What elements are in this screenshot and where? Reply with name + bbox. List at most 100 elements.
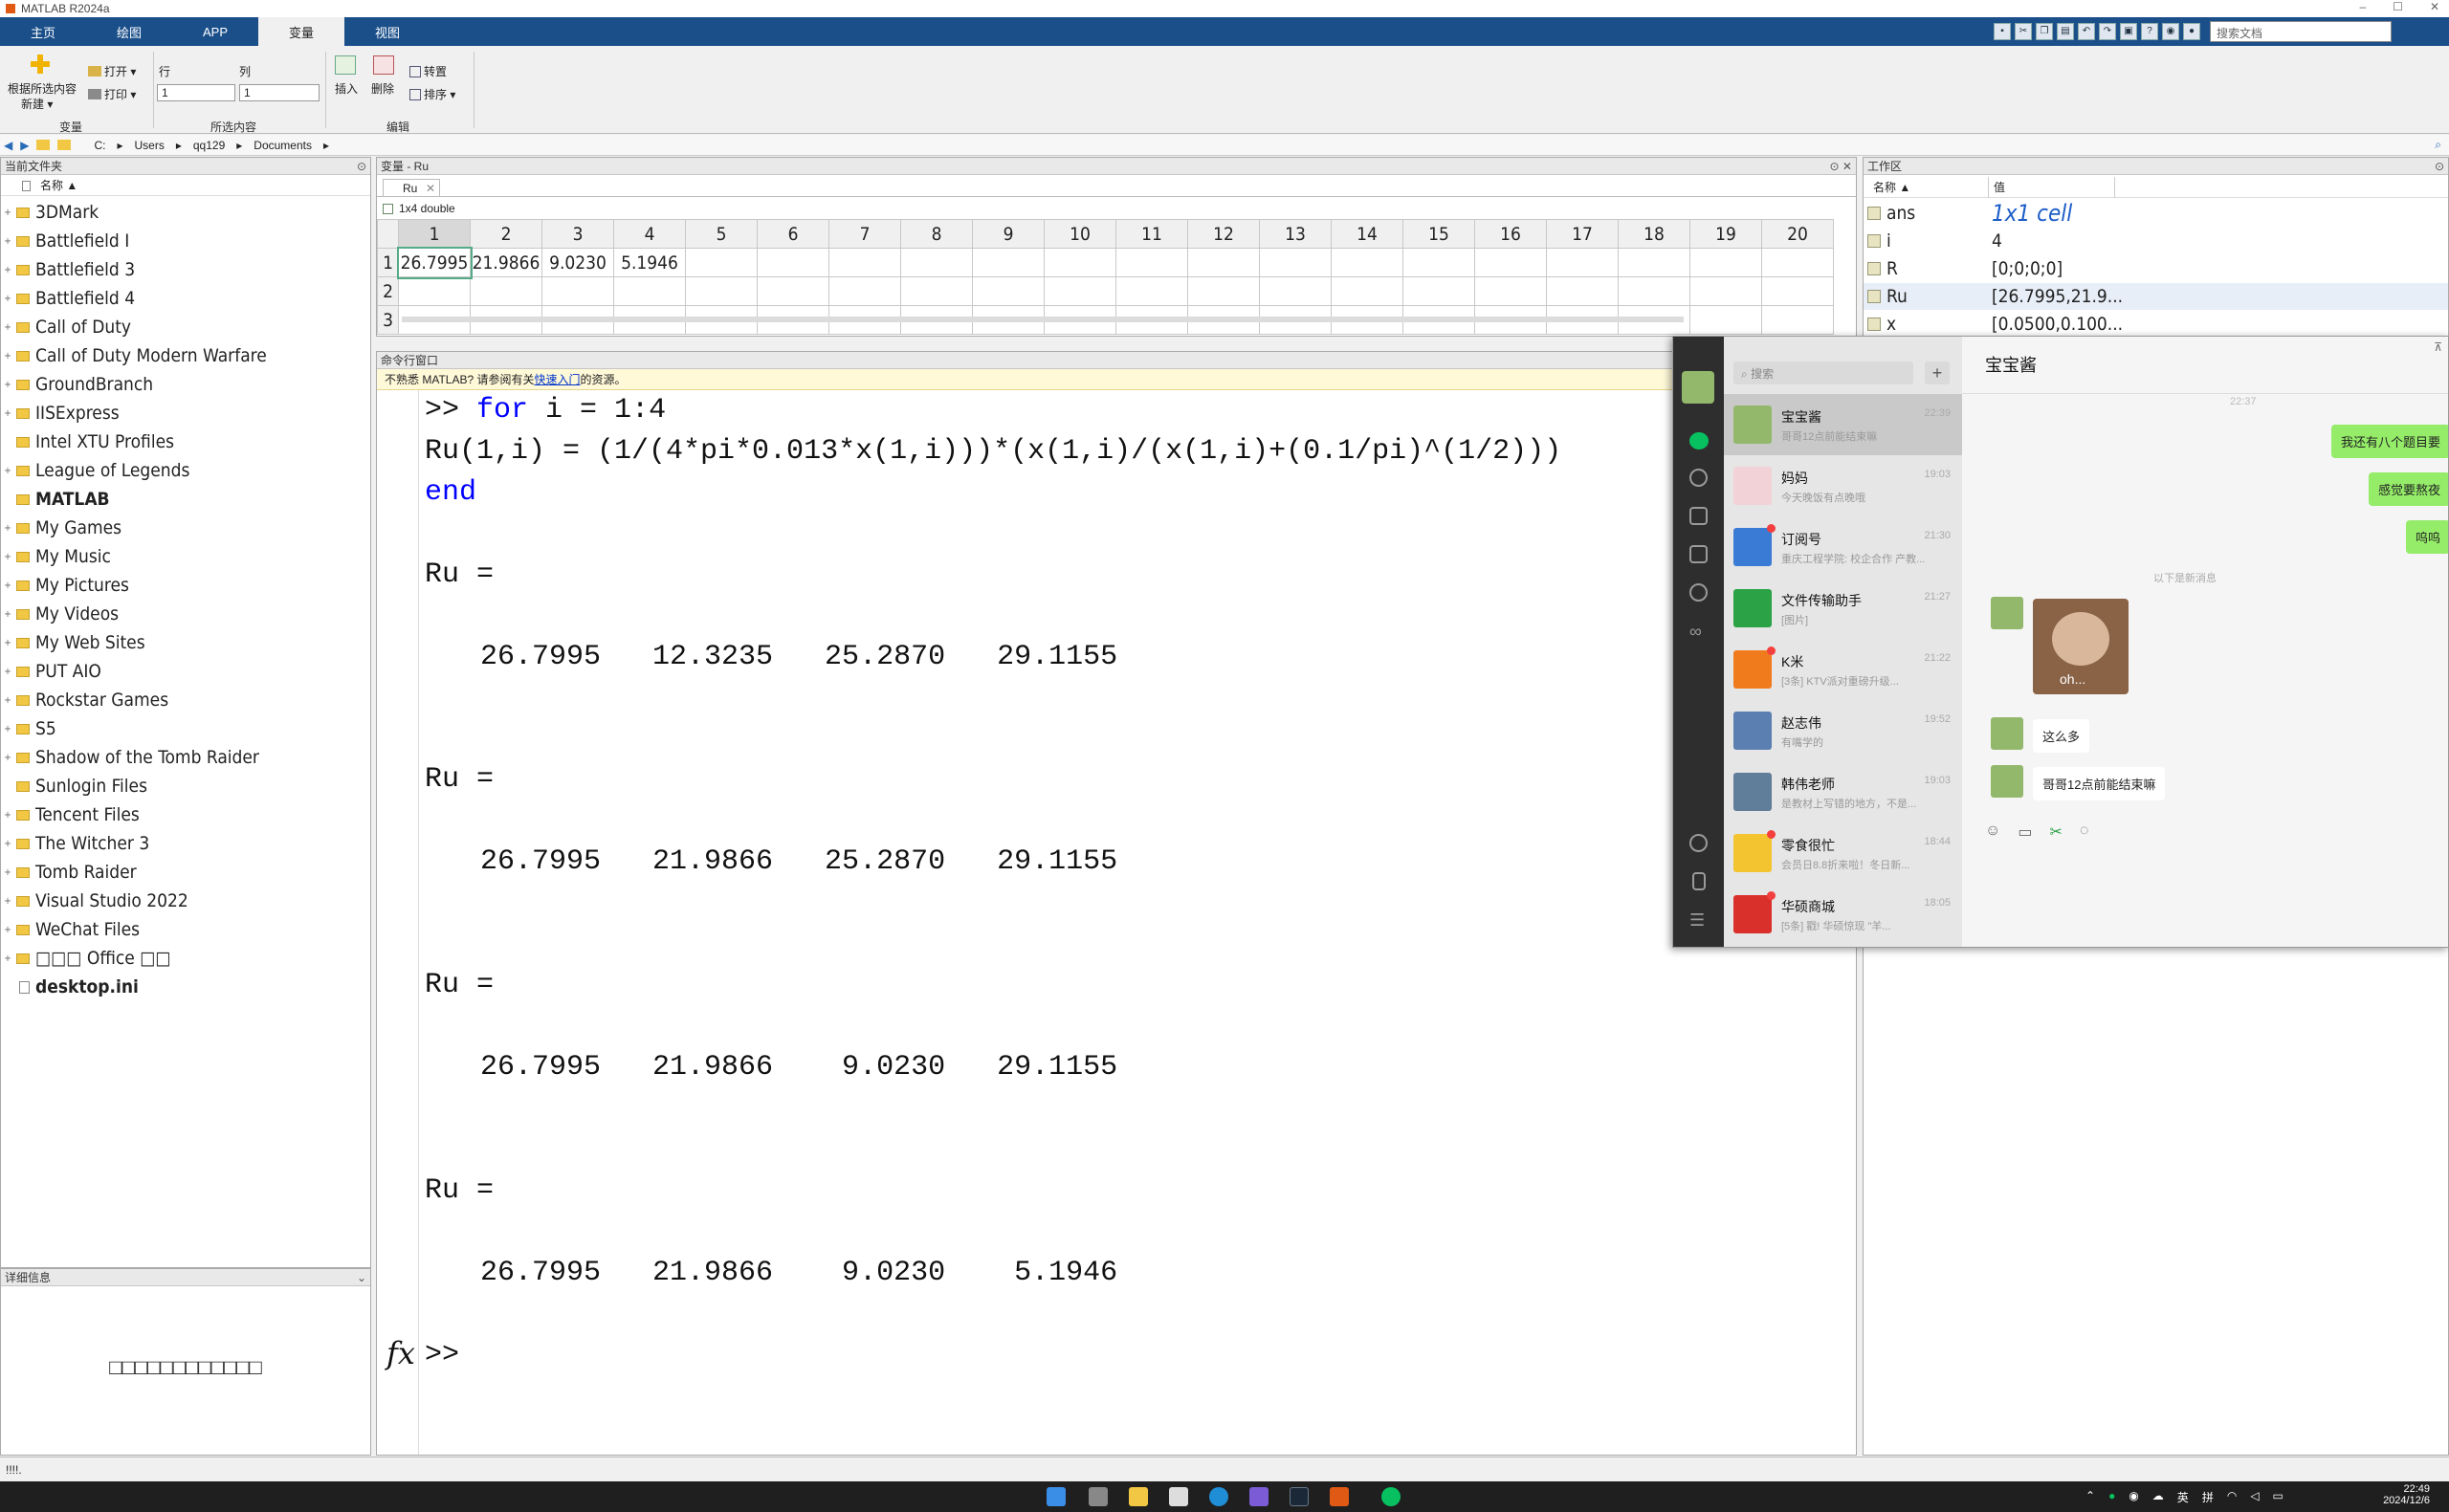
file-list-item[interactable]: + My Web Sites [1, 628, 370, 657]
grid-cell[interactable] [1259, 276, 1332, 306]
redo-icon[interactable]: ↷ [2099, 23, 2116, 40]
grid-cell[interactable] [685, 276, 758, 306]
column-header[interactable]: 16 [1474, 219, 1547, 249]
breadcrumb-users[interactable]: Users [131, 139, 168, 152]
column-header[interactable]: 17 [1546, 219, 1619, 249]
user-avatar[interactable] [1682, 371, 1714, 404]
sent-message[interactable]: 感觉要熬夜 [2368, 472, 2448, 506]
new-from-selection-icon[interactable] [29, 54, 52, 75]
matlab-taskbar-icon[interactable] [1330, 1487, 1349, 1506]
new-variable-button[interactable]: 新建 ▾ [21, 96, 53, 112]
grid-cell[interactable] [828, 248, 901, 277]
grid-cell[interactable]: 21.9866 [470, 248, 542, 277]
grid-cell[interactable] [900, 248, 973, 277]
expand-icon[interactable]: + [1, 667, 14, 677]
chevron-down-icon[interactable]: ⌄ [357, 1269, 366, 1286]
grid-cell[interactable] [1689, 276, 1762, 306]
expand-icon[interactable]: + [1, 265, 14, 275]
chat-list-item[interactable]: 妈妈 19:03 今天晚饭有点晚哦 [1724, 455, 1962, 516]
details-header[interactable]: 详细信息 ⌄ [1, 1269, 370, 1286]
moments-icon[interactable] [1689, 583, 1708, 602]
name-column-header[interactable]: 名称 ▲ [1, 175, 370, 196]
grid-cell[interactable] [1474, 276, 1547, 306]
tab-view[interactable]: 视图 [344, 17, 430, 46]
ime-mode[interactable]: 拼 [2202, 1489, 2214, 1505]
grid-cell[interactable] [685, 248, 758, 277]
copy-icon[interactable]: ❐ [2036, 23, 2053, 40]
copilot-icon[interactable] [1249, 1487, 1269, 1506]
file-list-item[interactable]: + Call of Duty Modern Warfare [1, 341, 370, 370]
row-header[interactable]: 3 [377, 305, 399, 335]
chat-list-item[interactable]: 订阅号 21:30 重庆工程学院: 校企合作 产教... [1724, 516, 1962, 578]
column-header[interactable]: 20 [1761, 219, 1834, 249]
expand-icon[interactable]: + [1, 753, 14, 763]
open-button[interactable]: 打开 ▾ [88, 63, 136, 79]
file-icon[interactable]: ▭ [2018, 822, 2032, 842]
wechat-search-input[interactable]: ⌕ 搜索 [1733, 362, 1913, 384]
chat-history-icon[interactable]: ◌ [2080, 822, 2089, 842]
chat-list-item[interactable]: K米 21:22 [3条] KTV派对重磅升级... [1724, 639, 1962, 700]
column-header[interactable]: 14 [1331, 219, 1403, 249]
file-explorer-icon[interactable] [1129, 1487, 1148, 1506]
expand-icon[interactable]: + [1, 810, 14, 821]
grid-cell[interactable] [398, 276, 471, 306]
grid-cell[interactable] [1761, 276, 1834, 306]
received-message[interactable]: 这么多 [2033, 719, 2090, 753]
insert-icon[interactable] [335, 55, 356, 75]
new-from-selection-label[interactable]: 根据所选内容 [8, 80, 77, 97]
contact-avatar[interactable] [1991, 765, 2023, 798]
file-list-item[interactable]: + □□□ Office □□ [1, 944, 370, 973]
grid-cell[interactable] [1402, 276, 1475, 306]
expand-icon[interactable]: + [1, 236, 14, 247]
start-icon[interactable] [1047, 1487, 1066, 1506]
grid-cell[interactable]: 5.1946 [613, 248, 686, 277]
column-header[interactable]: 19 [1689, 219, 1762, 249]
grid-cell[interactable] [470, 276, 542, 306]
switch-windows-icon[interactable]: ▣ [2120, 23, 2137, 40]
grid-cell[interactable] [972, 276, 1045, 306]
file-list-item[interactable]: + Tomb Raider [1, 858, 370, 887]
grid-cell[interactable] [757, 248, 829, 277]
grid-cell[interactable] [1402, 248, 1475, 277]
workspace-row[interactable]: R [0;0;0;0] [1864, 255, 2448, 282]
file-list-item[interactable]: + Rockstar Games [1, 686, 370, 714]
file-list-item[interactable]: + Tencent Files [1, 800, 370, 829]
file-list-item[interactable]: Sunlogin Files [1, 772, 370, 800]
workspace-row[interactable]: i4 [1864, 228, 2448, 254]
task-view-icon[interactable] [1089, 1487, 1108, 1506]
grid-cell[interactable] [1115, 248, 1188, 277]
delete-button[interactable]: 删除 [371, 80, 394, 97]
ws-name-column[interactable]: 名称 ▲ [1873, 177, 1910, 198]
grid-cell[interactable] [1044, 276, 1116, 306]
column-header[interactable]: 18 [1618, 219, 1690, 249]
column-header[interactable]: 6 [757, 219, 829, 249]
row-header[interactable]: 1 [377, 248, 399, 277]
chat-list-item[interactable]: 赵志伟 19:52 有嘴学的 [1724, 700, 1962, 761]
search-docs-input[interactable]: 搜索文档 [2210, 21, 2392, 42]
column-header[interactable]: 8 [900, 219, 973, 249]
grid-cell[interactable] [1618, 248, 1690, 277]
expand-icon[interactable]: + [1, 208, 14, 218]
file-list-item[interactable]: + My Videos [1, 600, 370, 628]
file-list-item[interactable]: +3DMark [1, 198, 370, 227]
file-list-item[interactable]: desktop.ini [1, 973, 370, 1001]
transpose-button[interactable]: 转置 [409, 63, 447, 79]
store-icon[interactable] [1169, 1487, 1188, 1506]
row-header[interactable]: 2 [377, 276, 399, 306]
forward-icon[interactable]: ▶ [20, 139, 29, 152]
expand-icon[interactable]: + [1, 724, 14, 734]
command-prompt[interactable]: >> [425, 1339, 459, 1371]
expand-icon[interactable]: + [1, 695, 14, 706]
maximize-button[interactable]: ☐ [2393, 0, 2403, 13]
add-button[interactable]: + [1925, 362, 1950, 384]
tab-apps[interactable]: APP [172, 17, 258, 46]
expand-icon[interactable]: + [1, 294, 14, 304]
tab-variable[interactable]: 变量 [258, 17, 344, 46]
expand-icon[interactable]: + [1, 380, 14, 390]
file-list-item[interactable]: + My Games [1, 514, 370, 542]
expand-icon[interactable]: + [1, 581, 14, 591]
column-header[interactable]: 12 [1187, 219, 1260, 249]
quick-start-link[interactable]: 快速入门 [534, 373, 580, 386]
grid-cell[interactable] [900, 276, 973, 306]
column-header[interactable]: 7 [828, 219, 901, 249]
